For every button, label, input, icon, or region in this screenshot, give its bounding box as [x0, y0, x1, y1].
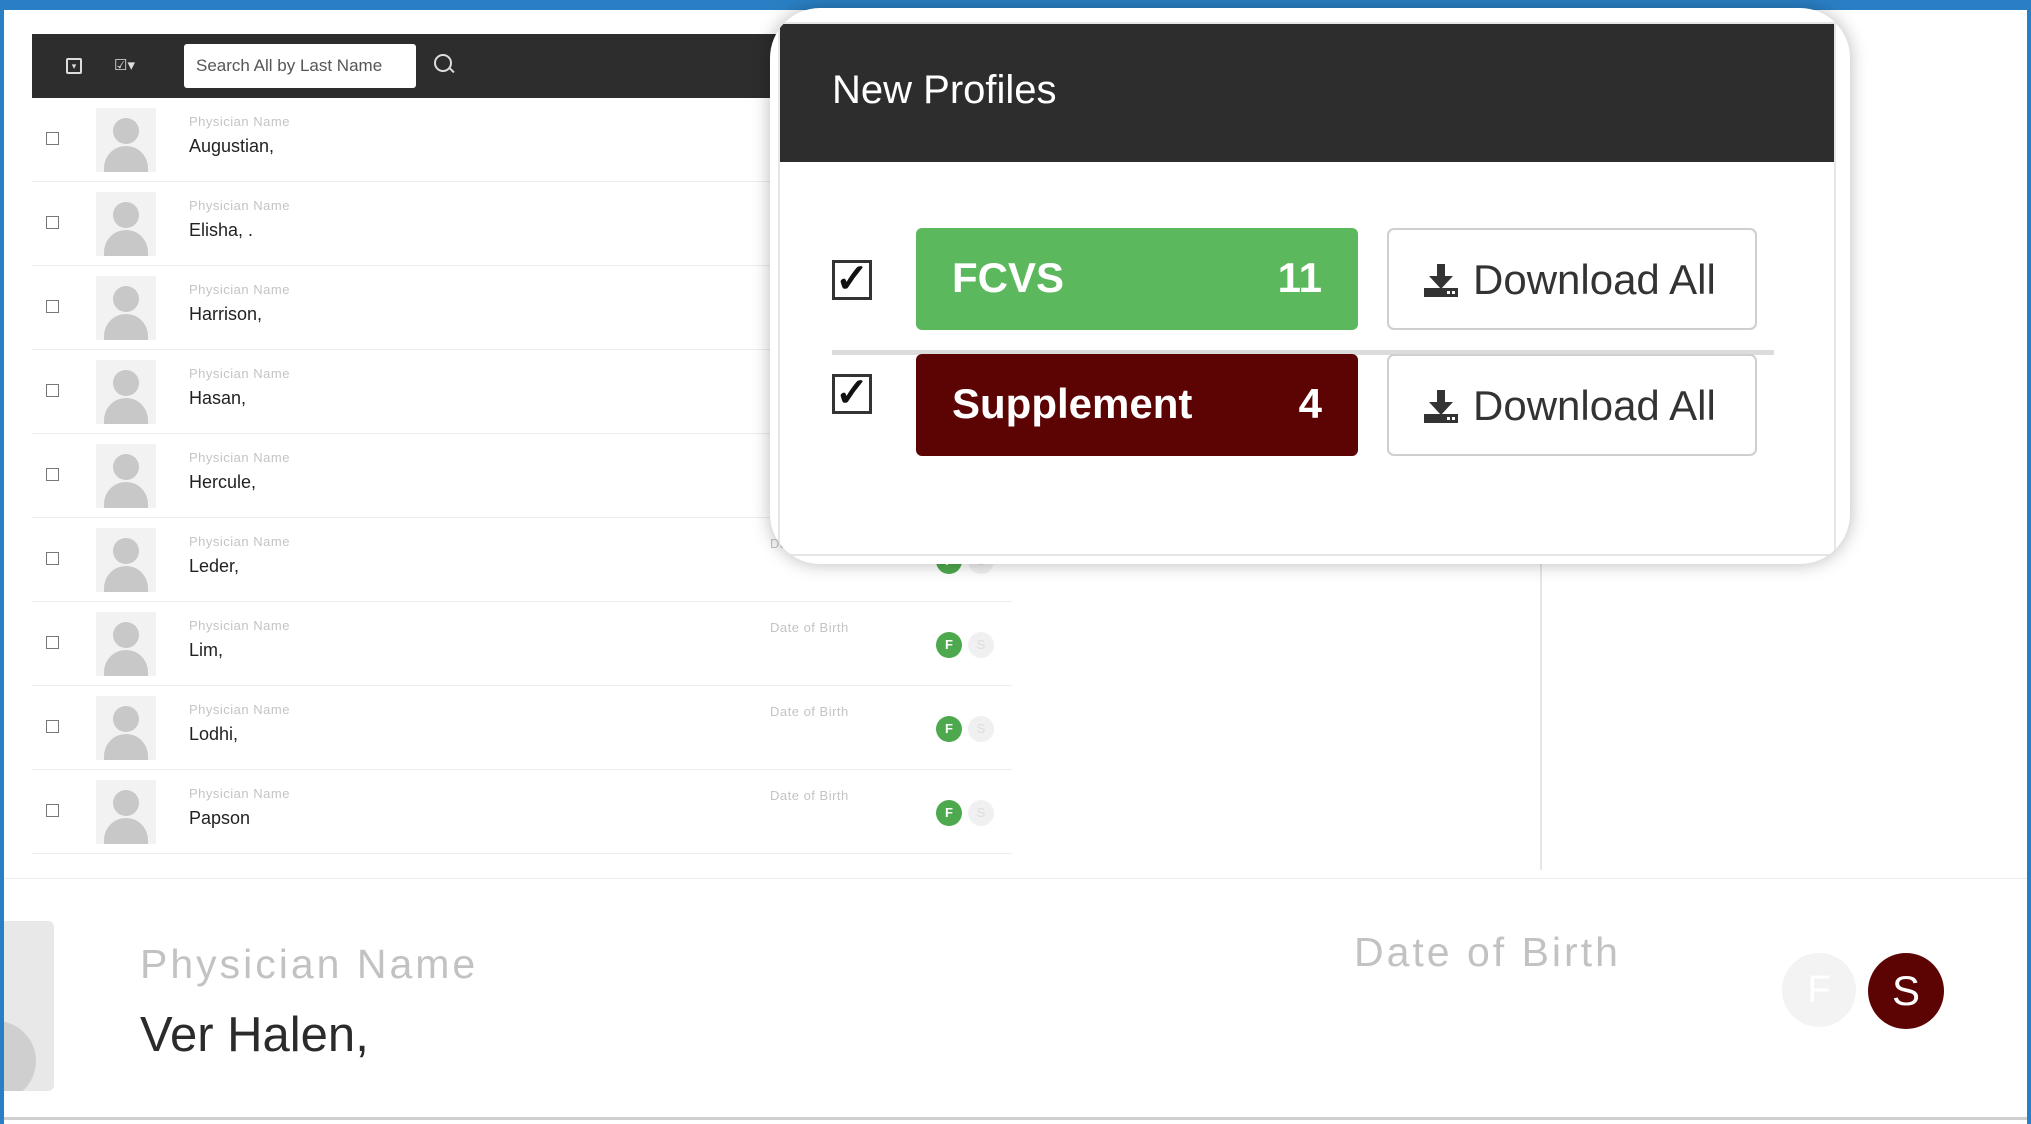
- physician-name: Lim,: [189, 640, 224, 660]
- physician-name-label: Physician Name: [189, 366, 290, 381]
- download-icon: [1424, 390, 1458, 423]
- row-checkbox[interactable]: [46, 552, 59, 565]
- supplement-status-badge: S: [968, 632, 994, 658]
- avatar: [96, 444, 156, 508]
- download-all-label: Download All: [1473, 256, 1716, 303]
- physician-name: Leder,: [189, 556, 240, 576]
- new-profiles-popup: New Profiles ✓ FCVS 11 Download All ✓ Su…: [770, 8, 1850, 564]
- fcvs-row: ✓ FCVS 11 Download All: [832, 228, 1774, 355]
- avatar: [96, 108, 156, 172]
- supplement-status-badge: S: [968, 716, 994, 742]
- date-of-birth-label: Date of Birth: [1354, 929, 1621, 975]
- physician-name-label: Physician Name: [189, 282, 290, 297]
- row-checkbox[interactable]: [46, 300, 59, 313]
- avatar: [0, 921, 54, 1091]
- download-icon: [1424, 264, 1458, 297]
- physician-name-label: Physician Name: [140, 941, 479, 987]
- row-checkbox[interactable]: [46, 636, 59, 649]
- supplement-download-all-button[interactable]: Download All: [1387, 354, 1757, 456]
- physician-name: Elisha, .: [189, 220, 254, 240]
- physician-name-label: Physician Name: [189, 114, 290, 129]
- fcvs-status-badge: F: [936, 800, 962, 826]
- physician-name: Ver Halen,: [140, 1008, 369, 1062]
- popup-panel: New Profiles ✓ FCVS 11 Download All ✓ Su…: [778, 22, 1836, 556]
- table-row[interactable]: Physician Name Papson Date of Birth F S: [32, 770, 1012, 854]
- supplement-status-badge: S: [968, 800, 994, 826]
- supplement-row: ✓ Supplement 4 Download All: [832, 354, 1774, 458]
- fcvs-pill[interactable]: FCVS 11: [916, 228, 1358, 330]
- date-of-birth-label: Date of Birth: [770, 704, 849, 719]
- physician-name: Hercule,: [189, 472, 257, 492]
- physician-name-label: Physician Name: [189, 618, 290, 633]
- physician-name-label: Physician Name: [189, 450, 290, 465]
- square-expand-icon[interactable]: ▾: [66, 58, 82, 74]
- supplement-label: Supplement: [952, 380, 1193, 427]
- popup-header: New Profiles: [780, 24, 1834, 162]
- row-checkbox[interactable]: [46, 804, 59, 817]
- physician-name: Hasan,: [189, 388, 247, 408]
- supplement-count: 4: [1298, 380, 1322, 427]
- physician-name-label: Physician Name: [189, 786, 290, 801]
- row-checkbox[interactable]: [46, 216, 59, 229]
- date-of-birth-label: Date of Birth: [770, 788, 849, 803]
- zoomed-physician-row[interactable]: Physician Name Ver Halen, Date of Birth …: [0, 878, 2031, 1120]
- search-input[interactable]: [184, 44, 416, 88]
- avatar: [96, 192, 156, 256]
- supplement-status-badge: S: [1868, 953, 1944, 1029]
- physician-name: Papson: [189, 808, 251, 828]
- row-checkbox[interactable]: [46, 720, 59, 733]
- fcvs-status-badge: F: [936, 716, 962, 742]
- physician-name-label: Physician Name: [189, 534, 290, 549]
- popup-title: New Profiles: [832, 68, 1057, 112]
- row-checkbox[interactable]: [46, 132, 59, 145]
- avatar: [96, 360, 156, 424]
- physician-name: Harrison,: [189, 304, 263, 324]
- avatar: [96, 696, 156, 760]
- date-of-birth-label: Date of Birth: [770, 620, 849, 635]
- physician-name: Augustian,: [189, 136, 275, 156]
- fcvs-checkbox[interactable]: ✓: [832, 259, 872, 300]
- table-row[interactable]: Physician Name Lim, Date of Birth F S: [32, 602, 1012, 686]
- row-checkbox[interactable]: [46, 384, 59, 397]
- supplement-pill[interactable]: Supplement 4: [916, 354, 1358, 456]
- avatar: [96, 528, 156, 592]
- fcvs-label: FCVS: [952, 254, 1065, 301]
- fcvs-download-all-button[interactable]: Download All: [1387, 228, 1757, 330]
- table-row[interactable]: Physician Name Lodhi, Date of Birth F S: [32, 686, 1012, 770]
- avatar: [96, 612, 156, 676]
- supplement-checkbox[interactable]: ✓: [832, 373, 872, 414]
- check-dropdown-icon[interactable]: ☑▾: [114, 56, 150, 76]
- physician-name-label: Physician Name: [189, 198, 290, 213]
- fcvs-count: 11: [1277, 254, 1322, 301]
- download-all-label: Download All: [1473, 382, 1716, 429]
- row-checkbox[interactable]: [46, 468, 59, 481]
- physician-name-label: Physician Name: [189, 702, 290, 717]
- physician-name: Lodhi,: [189, 724, 239, 744]
- avatar: [96, 780, 156, 844]
- avatar: [96, 276, 156, 340]
- panel-divider: [1540, 560, 1542, 870]
- fcvs-status-badge: F: [1782, 953, 1856, 1027]
- search-icon[interactable]: [434, 54, 452, 72]
- fcvs-status-badge: F: [936, 632, 962, 658]
